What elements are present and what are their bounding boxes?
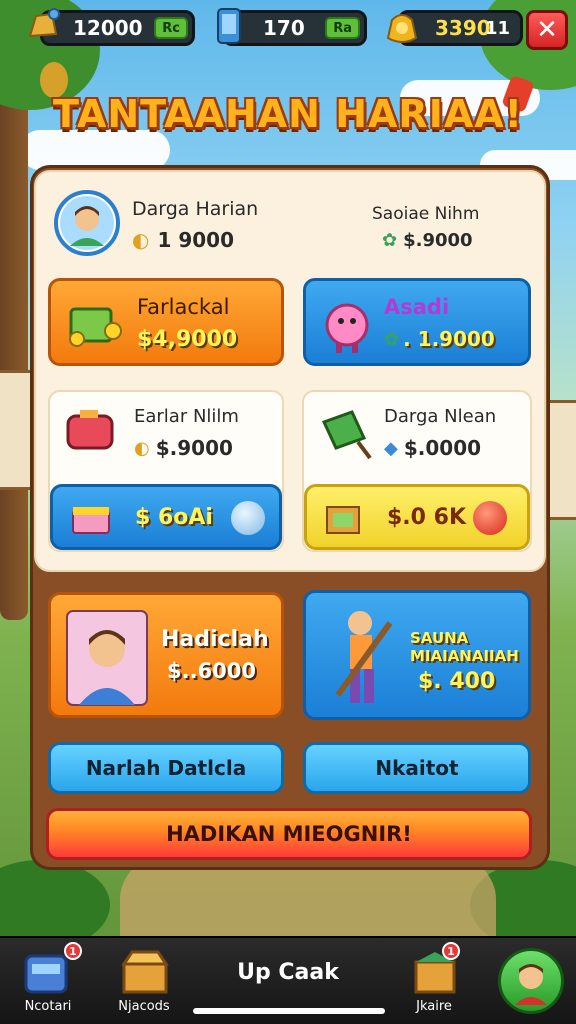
- bell-icon: [22, 6, 62, 46]
- nav-label: Jkaire: [416, 999, 452, 1014]
- bundle-card-hadiclah[interactable]: Hadiclah $..6000: [48, 592, 284, 718]
- red-ball-icon: [473, 501, 507, 535]
- right-action-button[interactable]: Nkaitot: [303, 742, 531, 794]
- green-flag-icon: [321, 410, 372, 460]
- bottom-nav-bar: 1 Ncotari Njacods Up Caak 1 Jkaire: [0, 936, 576, 1024]
- offer-buy-button[interactable]: $.0 6K: [304, 484, 530, 550]
- leaf-icon: ✿: [382, 230, 398, 251]
- profile-value: 1 9000: [157, 228, 234, 252]
- coin-icon: ◐: [132, 228, 150, 252]
- coin-icon: ◐: [134, 437, 150, 459]
- offer-price: $.9000: [155, 436, 233, 460]
- avatar-icon: [515, 964, 547, 1005]
- toaster-icon: [66, 410, 114, 450]
- offer-button-label: $ 6oAi: [135, 505, 213, 530]
- offer-title: Asadi: [384, 295, 450, 319]
- offer-price-row: ✿ . 1.9000: [384, 327, 495, 351]
- nav-item-njacods[interactable]: Njacods: [104, 944, 184, 1020]
- offer-price: $4,9000: [137, 327, 238, 352]
- offer-card-farlackal[interactable]: Farlackal $4,9000: [48, 278, 284, 366]
- offer-price-row: ◆ $.0000: [384, 436, 481, 460]
- cash-box-icon: [69, 307, 122, 347]
- offer-card-asadi[interactable]: Asadi ✿ . 1.9000: [303, 278, 531, 366]
- bundle-title: Hadiclah: [161, 627, 269, 652]
- offer-buy-button[interactable]: $ 6oAi: [50, 484, 282, 550]
- phone-icon: [210, 6, 250, 46]
- home-indicator: [193, 1008, 385, 1014]
- bundle-price: $..6000: [167, 659, 257, 683]
- treasure-chest-icon: [121, 950, 169, 994]
- offer-title: Darga Nlean: [384, 406, 497, 427]
- notification-badge: 1: [442, 942, 460, 960]
- wide-action-button[interactable]: HADIKAN MIEOGNIR!: [46, 808, 532, 860]
- profile-value-row: ◐ 1 9000: [132, 228, 234, 252]
- offer-title: Earlar Nlilm: [134, 406, 239, 427]
- left-action-button[interactable]: Narlah Datlcla: [48, 742, 284, 794]
- gift-box-icon: [72, 507, 110, 534]
- offer-price-row: ◐ $.9000: [134, 436, 233, 460]
- leaf-icon: ✿: [384, 328, 400, 350]
- offer-card-earlar[interactable]: Earlar Nlilm ◐ $.9000 $ 6oAi: [48, 390, 284, 552]
- profile-right-label: Saoiae Nihm: [372, 204, 480, 224]
- profile-avatar-button[interactable]: [498, 948, 564, 1014]
- gold-bag-icon: [382, 6, 422, 46]
- gems-add-button[interactable]: Ra: [325, 17, 360, 39]
- nav-label: Ncotari: [24, 999, 72, 1014]
- bundle-price: $. 400: [418, 669, 496, 694]
- character-portrait-icon: [66, 610, 148, 706]
- bundle-card-sauna[interactable]: SAUNA MIAIANAIIAH $. 400: [303, 590, 531, 720]
- coins-add-button[interactable]: Rc: [154, 17, 188, 39]
- close-button[interactable]: ✕: [526, 10, 568, 50]
- page-title: TANTAAHAN HARIAA!: [53, 92, 523, 136]
- bundle-title: SAUNA MIAIANAIIAH: [410, 629, 519, 665]
- gold-extra: 11: [484, 17, 510, 39]
- nav-item-jkaire[interactable]: 1 Jkaire: [394, 942, 474, 1020]
- crate-icon: [326, 506, 360, 534]
- nav-center-title[interactable]: Up Caak: [200, 960, 376, 985]
- nav-label: Njacods: [118, 999, 170, 1014]
- offer-title: Farlackal: [137, 295, 230, 319]
- notification-badge: 1: [64, 942, 82, 960]
- top-hud: 12000 Rc 170 Ra 3390 11 ✕: [0, 4, 576, 50]
- profile-right-value: $.9000: [403, 230, 473, 251]
- nav-item-ncotari[interactable]: 1 Ncotari: [8, 942, 88, 1020]
- offer-button-label: $.0 6K: [387, 505, 466, 530]
- globe-icon: [231, 501, 265, 535]
- offer-price: $.0000: [403, 436, 482, 460]
- coins-counter[interactable]: 12000 Rc: [40, 10, 195, 46]
- profile-name: Darga Harian: [132, 198, 259, 220]
- profile-right-value-row: ✿ $.9000: [382, 230, 473, 251]
- avatar[interactable]: [54, 190, 120, 256]
- offer-card-darga[interactable]: Darga Nlean ◆ $.0000 $.0 6K: [302, 390, 532, 552]
- hero-character-icon: [335, 611, 393, 703]
- pink-creature-icon: [325, 303, 369, 353]
- cloud: [20, 130, 170, 170]
- gem-icon: ◆: [384, 437, 398, 459]
- offer-price: . 1.9000: [403, 327, 495, 351]
